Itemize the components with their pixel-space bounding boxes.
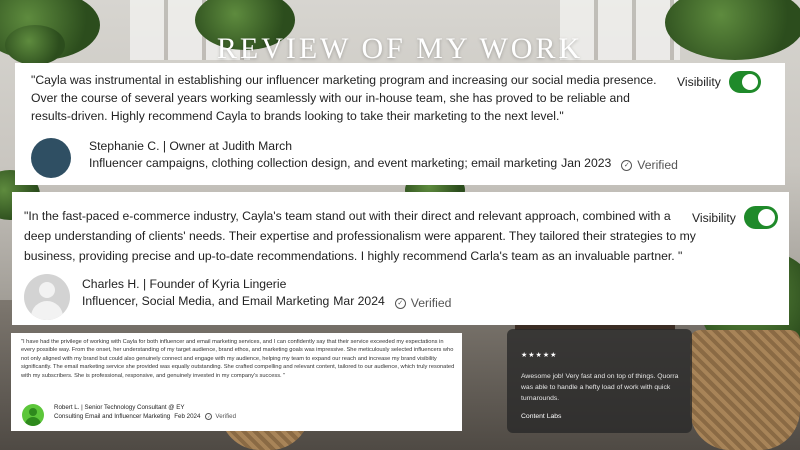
- avatar: [22, 404, 44, 426]
- review-card: "In the fast-paced e-commerce industry, …: [12, 192, 789, 325]
- user-icon: [29, 408, 37, 416]
- visibility-toggle[interactable]: [728, 71, 761, 93]
- background-basket: [690, 330, 800, 450]
- check-circle-icon: ✓: [205, 413, 213, 420]
- user-icon-body: [25, 417, 41, 426]
- user-placeholder-icon: [39, 282, 55, 298]
- review-meta: Influencer campaigns, clothing collectio…: [89, 156, 678, 172]
- visibility-label: Visibility: [677, 75, 721, 89]
- testimonial-card: ★★★★★ Awesome job! Very fast and on top …: [507, 329, 692, 433]
- review-date: Feb 2024: [174, 413, 201, 420]
- review-services: Consulting Email and Influencer Marketin…: [54, 413, 171, 420]
- review-quote: "I have had the privilege of working wit…: [21, 339, 455, 379]
- visibility-label: Visibility: [692, 210, 736, 225]
- review-author: Robert L. | Senior Technology Consultant…: [54, 404, 185, 411]
- review-card: "Cayla was instrumental in establishing …: [15, 63, 785, 185]
- verified-label: Verified: [215, 413, 237, 420]
- toggle-knob: [741, 74, 758, 90]
- testimonial-author: Content Labs: [521, 413, 562, 420]
- review-date: Mar 2024: [333, 294, 385, 308]
- check-circle-icon: ✓: [394, 297, 406, 309]
- visibility-control: Visibility: [692, 206, 778, 229]
- review-quote: "Cayla was instrumental in establishing …: [31, 73, 657, 123]
- user-placeholder-body: [31, 301, 63, 320]
- page-title: REVIEW OF MY WORK: [216, 32, 584, 65]
- verified-badge: ✓ Verified: [394, 296, 452, 310]
- verified-label: Verified: [637, 158, 678, 172]
- check-circle-icon: ✓: [621, 159, 633, 171]
- toggle-knob: [757, 209, 775, 226]
- review-date: Jan 2023: [561, 156, 612, 170]
- verified-label: Verified: [410, 296, 452, 310]
- review-card: "I have had the privilege of working wit…: [11, 333, 462, 431]
- verified-badge: ✓ Verified: [621, 158, 678, 172]
- review-services: Influencer campaigns, clothing collectio…: [89, 156, 558, 170]
- visibility-control: Visibility: [677, 71, 761, 93]
- review-meta: Consulting Email and Influencer Marketin…: [54, 413, 236, 420]
- testimonial-quote: Awesome job! Very fast and on top of thi…: [521, 373, 679, 402]
- review-author: Charles H. | Founder of Kyria Lingerie: [82, 277, 287, 291]
- avatar: [31, 138, 71, 178]
- visibility-toggle[interactable]: [743, 206, 778, 229]
- review-services: Influencer, Social Media, and Email Mark…: [82, 294, 330, 308]
- review-meta: Influencer, Social Media, and Email Mark…: [82, 294, 451, 310]
- verified-badge: ✓ Verified: [205, 413, 236, 420]
- review-quote: "In the fast-paced e-commerce industry, …: [24, 209, 696, 263]
- avatar: [24, 274, 70, 320]
- star-rating: ★★★★★: [521, 352, 558, 359]
- review-author: Stephanie C. | Owner at Judith March: [89, 139, 293, 153]
